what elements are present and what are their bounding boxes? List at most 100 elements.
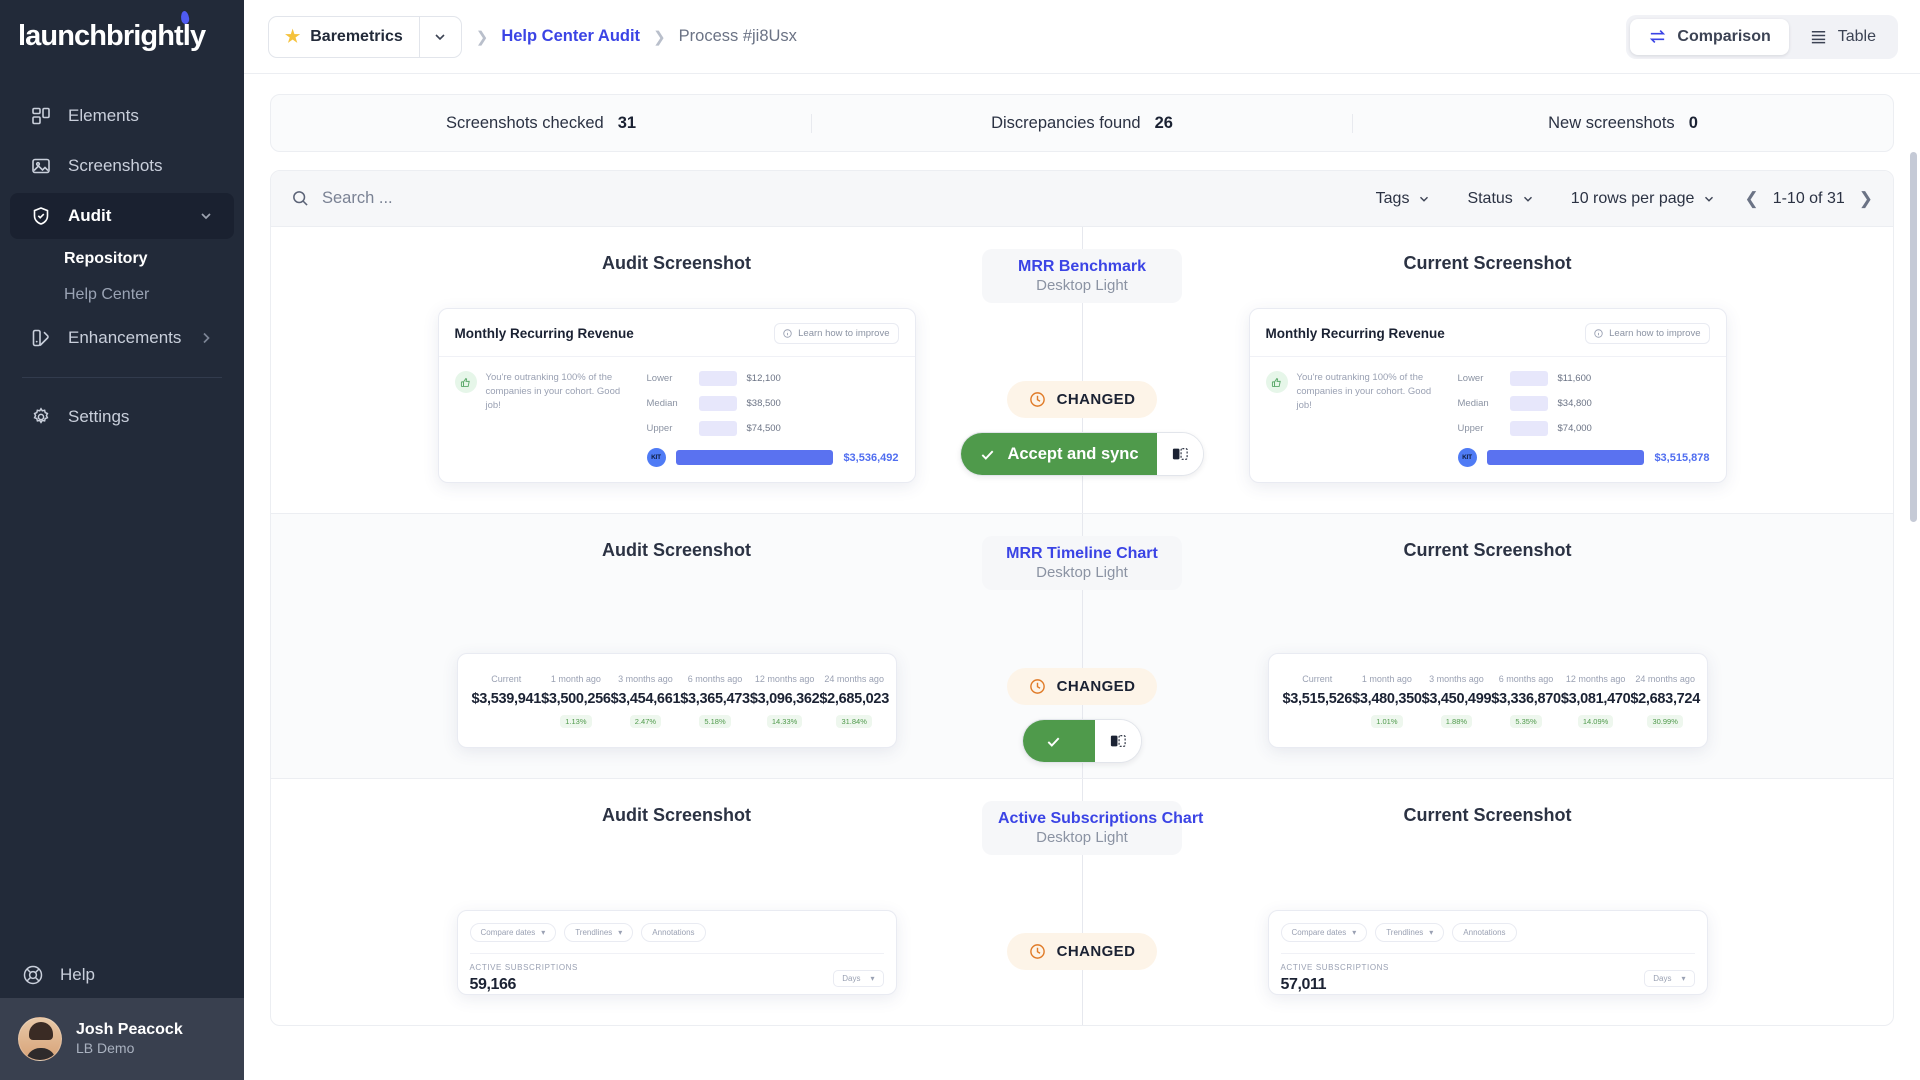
sidebar-item-enhancements[interactable]: Enhancements — [10, 315, 234, 361]
palette-icon — [30, 327, 52, 349]
project-button[interactable]: ★ Baremetrics — [269, 17, 419, 57]
breadcrumb-link-audit[interactable]: Help Center Audit — [501, 27, 640, 46]
compare-arrows-icon — [1648, 27, 1667, 46]
screenshot-name-chip[interactable]: MRR Timeline Chart Desktop Light — [982, 536, 1182, 590]
stats-bar: Screenshots checked 31 Discrepancies fou… — [270, 94, 1894, 152]
benchmark-bar-row: Upper $74,000 — [1458, 421, 1710, 436]
sidebar-item-screenshots[interactable]: Screenshots — [10, 143, 234, 189]
tags-filter[interactable]: Tags — [1358, 190, 1450, 208]
stat-value: 31 — [617, 113, 637, 132]
accept-and-sync-button[interactable] — [1023, 720, 1095, 762]
subs-interval-label: Days — [842, 974, 861, 983]
bar-value: $74,000 — [1557, 423, 1592, 434]
project-name: Baremetrics — [310, 27, 403, 45]
subs-interval-select[interactable]: Days ▾ — [833, 970, 884, 987]
chip-trendlines[interactable]: Trendlines ▾ — [1375, 923, 1445, 942]
comparison-row: Audit Screenshot Monthly Recurring Reven… — [271, 227, 1893, 513]
timeline-label: 1 month ago — [1361, 674, 1412, 684]
mrr-card-title: Monthly Recurring Revenue — [1265, 326, 1445, 341]
sidebar-item-help-center[interactable]: Help Center — [10, 277, 234, 313]
subs-metric-label: ACTIVE SUBSCRIPTIONS — [469, 963, 578, 972]
learn-how-to-improve-link[interactable]: Learn how to improve — [1585, 323, 1710, 344]
project-dropdown-toggle[interactable] — [418, 16, 461, 57]
bar-label: Lower — [646, 373, 673, 384]
screenshot-name-chip[interactable]: Active Subscriptions Chart Desktop Light — [982, 801, 1203, 855]
timeline-cell: 24 months ago $2,683,724 30.99% — [1630, 674, 1700, 729]
gear-icon — [30, 406, 52, 428]
user-name: Josh Peacock — [76, 1021, 183, 1039]
sidebar-item-label: Enhancements — [68, 328, 182, 347]
clock-icon — [1029, 944, 1045, 959]
chevron-down-icon — [1420, 196, 1429, 202]
timeline-label: 3 months ago — [1429, 674, 1484, 684]
learn-how-to-improve-link[interactable]: Learn how to improve — [774, 323, 899, 344]
sidebar-item-elements[interactable]: Elements — [10, 93, 234, 139]
vertical-scrollbar[interactable] — [1910, 152, 1917, 522]
chip-label: Annotations — [652, 928, 695, 937]
audit-screenshot-image[interactable]: Current $3,539,941 1 month ago $3,500,25… — [456, 653, 897, 748]
chip-label: Compare dates — [480, 928, 536, 937]
stat-value: 0 — [1688, 113, 1698, 132]
next-page-button[interactable]: ❯ — [1859, 189, 1873, 209]
star-icon: ★ — [285, 26, 301, 46]
chip-trendlines[interactable]: Trendlines ▾ — [564, 923, 634, 942]
bar-value: $12,100 — [746, 373, 781, 384]
chip-annotations[interactable]: Annotations — [1452, 923, 1517, 942]
screenshot-variant: Desktop Light — [1036, 564, 1128, 581]
sidebar-item-help[interactable]: Help — [0, 952, 244, 998]
audit-screenshot-image[interactable]: Monthly Recurring Revenue Learn how to i… — [437, 308, 916, 483]
rows-per-page-select[interactable]: 10 rows per page — [1553, 190, 1735, 208]
timeline-cell: 1 month ago $3,480,350 1.01% — [1352, 674, 1422, 729]
chip-annotations[interactable]: Annotations — [641, 923, 706, 942]
screenshot-name-chip[interactable]: MRR Benchmark Desktop Light — [982, 249, 1182, 303]
audit-screenshot-image[interactable]: Compare dates ▾ Trendlines ▾ Annotations A… — [456, 910, 897, 995]
sidebar-item-repository[interactable]: Repository — [10, 241, 234, 277]
logo[interactable]: launchbrightly — [0, 0, 244, 67]
prev-page-button[interactable]: ❮ — [1744, 189, 1758, 209]
tab-table[interactable]: Table — [1791, 19, 1894, 55]
sidebar-item-settings[interactable]: Settings — [10, 394, 234, 440]
accept-and-sync-button[interactable]: Accept and sync — [961, 433, 1157, 475]
timeline-pct: 14.33% — [766, 715, 803, 728]
bar-label: Median — [1457, 398, 1489, 409]
timeline-label: 24 months ago — [1635, 674, 1695, 684]
bar-label: Median — [646, 398, 678, 409]
status-filter[interactable]: Status — [1449, 190, 1552, 208]
learn-label: Learn how to improve — [798, 328, 890, 339]
total-bar-fill — [675, 450, 834, 465]
chip-label: Trendlines — [1386, 928, 1424, 937]
shield-check-icon — [30, 205, 52, 227]
audit-screenshot-column: Audit Screenshot Current $3,539,941 1 mo… — [271, 540, 1082, 748]
project-selector[interactable]: ★ Baremetrics — [268, 15, 462, 58]
current-screenshot-image[interactable]: Monthly Recurring Revenue Learn how to i… — [1248, 308, 1727, 483]
sidebar-item-label: Screenshots — [68, 156, 163, 175]
main-area: ★ Baremetrics ❯ Help Center Audit ❯ Proc… — [244, 0, 1920, 1080]
chevron-down-icon — [435, 33, 445, 40]
chip-compare-dates[interactable]: Compare dates ▾ — [469, 923, 557, 942]
timeline-pct — [501, 716, 511, 720]
user-card[interactable]: Josh Peacock LB Demo — [0, 998, 244, 1080]
search-input[interactable]: Search ... — [291, 189, 1358, 208]
chip-compare-dates[interactable]: Compare dates ▾ — [1280, 923, 1368, 942]
sidebar-item-audit[interactable]: Audit — [10, 193, 234, 239]
sidebar-help-label: Help — [60, 965, 95, 984]
breadcrumb-current: Process #ji8Usx — [678, 27, 797, 45]
elements-icon — [30, 105, 52, 127]
current-screenshot-image[interactable]: Compare dates ▾ Trendlines ▾ Annotations A… — [1267, 910, 1708, 995]
current-screenshot-image[interactable]: Current $3,515,526 1 month ago $3,480,35… — [1267, 653, 1708, 748]
screenshot-variant: Desktop Light — [1036, 277, 1128, 294]
timeline-cell: Current $3,515,526 — [1283, 674, 1353, 729]
subs-metric-label: ACTIVE SUBSCRIPTIONS — [1280, 963, 1389, 972]
accept-action-group — [1022, 719, 1142, 763]
compare-side-by-side-button[interactable] — [1095, 720, 1141, 762]
timeline-value: $3,500,256 — [541, 691, 611, 707]
pagination-label: 1-10 of 31 — [1772, 189, 1845, 207]
timeline-label: 24 months ago — [824, 674, 884, 684]
compare-side-by-side-button[interactable] — [1156, 433, 1203, 475]
tab-comparison[interactable]: Comparison — [1630, 18, 1789, 55]
subs-interval-select[interactable]: Days ▾ — [1644, 970, 1695, 987]
bar-fill — [1509, 421, 1548, 436]
bar-fill — [1509, 371, 1548, 386]
timeline-cell: 12 months ago $3,096,362 14.33% — [750, 674, 820, 729]
